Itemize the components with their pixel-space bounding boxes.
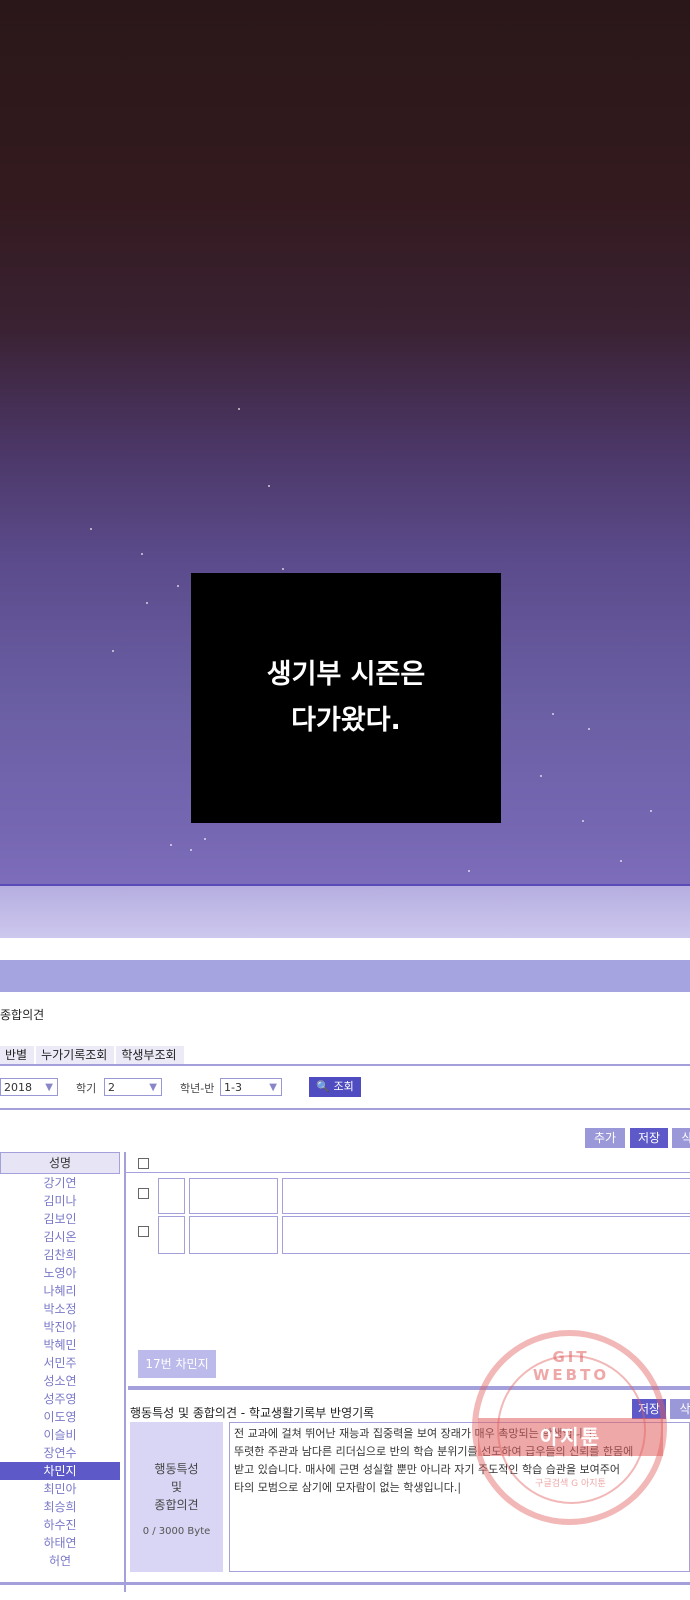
section-delete-button[interactable]: 삭 [670,1399,690,1419]
star [177,585,179,587]
narration-text: 생기부 시즌은다가왔다. [267,652,425,744]
student-name-item[interactable]: 최승희 [0,1498,120,1516]
section-title: 행동특성 및 종합의견 - 학교생활기록부 반영기록 [130,1406,375,1420]
student-name-item[interactable]: 김보인 [0,1210,120,1228]
app-top-bar [0,960,690,992]
star [170,844,172,846]
search-button[interactable]: 🔍 조회 [309,1077,361,1097]
student-name-item[interactable]: 장연수 [0,1444,120,1462]
tab-divider [0,1064,690,1066]
narration-box: 생기부 시즌은다가왔다. [191,573,501,823]
chevron-down-icon: ▼ [269,1082,277,1093]
row-checkbox[interactable] [138,1226,149,1237]
star [282,568,284,570]
horizon-floor [0,884,690,938]
star [141,553,143,555]
student-name-item[interactable]: 박소정 [0,1300,120,1318]
class-select[interactable]: 1-3 ▼ [220,1078,282,1096]
star [90,528,92,530]
tab-class[interactable]: 반별 [0,1046,35,1064]
student-name-item[interactable]: 김미나 [0,1192,120,1210]
student-name-item[interactable]: 하태연 [0,1534,120,1552]
search-icon: 🔍 [316,1080,330,1093]
star [620,860,622,862]
student-name-item[interactable]: 허연 [0,1552,120,1570]
student-name-item[interactable]: 이슬비 [0,1426,120,1444]
chevron-down-icon: ▼ [45,1082,53,1093]
selected-student-tag: 17번 차민지 [138,1350,216,1378]
watermark-stamp: GIT WEBTO 아지툰 구글검색 G 아지툰 [472,1330,667,1525]
table-cell[interactable] [282,1178,690,1214]
select-all-checkbox[interactable] [138,1158,149,1169]
star [582,820,584,822]
table-cell[interactable] [158,1216,185,1254]
student-name-item[interactable]: 최민아 [0,1480,120,1498]
table-cell[interactable] [282,1216,690,1254]
student-name-list: 성명 강기연 김미나 김보인 김시온 김찬희 노영아 나혜리 박소정 박진아 박혜민 서민주 성소연 성… [0,1152,120,1572]
search-button-label: 조회 [333,1080,354,1093]
star [650,810,652,812]
student-name-item[interactable]: 김찬희 [0,1246,120,1264]
delete-button[interactable]: 삭 [672,1128,690,1148]
year-select[interactable]: 2018 ▼ [0,1078,58,1096]
chevron-down-icon: ▼ [149,1082,157,1093]
student-name-item[interactable]: 박혜민 [0,1336,120,1354]
tab-cumulative-record[interactable]: 누가기록조회 [36,1046,115,1064]
column-divider [124,1152,126,1592]
student-name-item[interactable]: 하수진 [0,1516,120,1534]
header-divider [126,1172,690,1173]
star [190,849,192,851]
student-name-item[interactable]: 성소연 [0,1372,120,1390]
save-button[interactable]: 저장 [630,1128,668,1148]
star [204,838,206,840]
star [146,602,148,604]
name-column-header: 성명 [0,1152,120,1174]
star [238,408,240,410]
star [552,713,554,715]
narration-line-2: 다가왔다. [291,705,401,736]
tab-student-record[interactable]: 학생부조회 [116,1046,184,1064]
student-name-item[interactable]: 성주영 [0,1390,120,1408]
tab-bar: 반별 누가기록조회 학생부조회 [0,1046,186,1064]
add-button[interactable]: 추가 [585,1128,625,1148]
table-cell[interactable] [189,1178,278,1214]
table-cell[interactable] [158,1178,185,1214]
student-name-item[interactable]: 박진아 [0,1318,120,1336]
narration-line-1: 생기부 시즌은 [266,659,426,690]
watermark-band: 아지툰 [478,1418,663,1456]
table-cell[interactable] [189,1216,278,1254]
bottom-divider [0,1582,690,1585]
filter-divider [0,1108,690,1110]
page-title: 종합의견 [0,1008,45,1022]
name-list-body: 강기연 김미나 김보인 김시온 김찬희 노영아 나혜리 박소정 박진아 박혜민 서민주 성소연 성주영 이… [0,1174,120,1570]
student-name-item[interactable]: 노영아 [0,1264,120,1282]
byte-counter: 0 / 3000 Byte [142,1526,211,1537]
semester-label: 학기 [76,1082,97,1095]
comment-field-label: 행동특성 및 종합의견 [154,1462,199,1512]
star [588,728,590,730]
watermark-bottom-text: 구글검색 G 아지툰 [535,1479,606,1489]
watermark-top-text: GIT WEBTO [532,1348,610,1384]
year-value: 2018 [4,1081,32,1094]
semester-select[interactable]: 2 ▼ [104,1078,162,1096]
student-name-item[interactable]: 이도영 [0,1408,120,1426]
class-label: 학년-반 [180,1082,215,1095]
student-name-item[interactable]: 나혜리 [0,1282,120,1300]
star [268,485,270,487]
student-name-item[interactable]: 김시온 [0,1228,120,1246]
star [540,775,542,777]
star [468,870,470,872]
class-value: 1-3 [224,1081,242,1094]
comment-label-panel: 행동특성 및 종합의견 0 / 3000 Byte [130,1422,223,1572]
student-name-item[interactable]: 서민주 [0,1354,120,1372]
semester-value: 2 [108,1081,115,1094]
student-name-item[interactable]: 차민지 [0,1462,120,1480]
row-checkbox[interactable] [138,1188,149,1199]
student-name-item[interactable]: 강기연 [0,1174,120,1192]
star [112,650,114,652]
